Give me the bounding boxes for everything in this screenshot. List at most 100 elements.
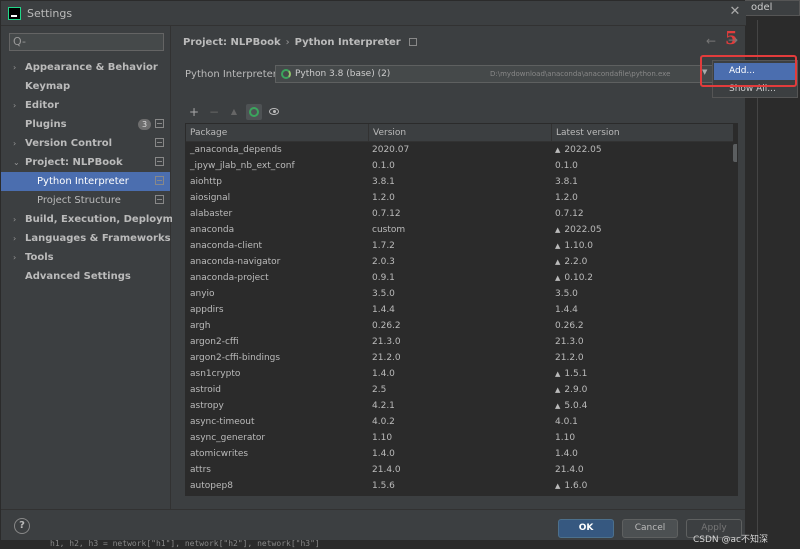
latest-version-text: 1.10.0 (564, 241, 594, 251)
sidebar-item-project-structure[interactable]: Project Structure (1, 191, 170, 210)
sidebar-item-label: Appearance & Behavior (25, 62, 158, 73)
settings-dialog: Settings ✕ Q- › Appearance & Behavior Key… (0, 0, 746, 540)
package-name-cell: aiosignal (190, 193, 231, 203)
project-settings-icon (155, 119, 164, 128)
watermark-text: CSDN @ac不知深 (693, 535, 768, 545)
upgrade-package-button[interactable]: ▲ (226, 104, 242, 120)
table-row[interactable]: atomicwrites 1.4.0 1.4.0 (186, 446, 733, 462)
package-latest-cell: 1.10 (551, 430, 733, 446)
column-header-latest[interactable]: Latest version (551, 124, 733, 142)
table-row[interactable]: anaconda-client 1.7.2 ▲ 1.10.0 (186, 238, 733, 254)
package-version-cell: 1.10 (372, 433, 393, 443)
search-input[interactable]: Q- (9, 33, 164, 51)
package-version-cell: 2.0.3 (372, 257, 395, 267)
package-name-cell: anaconda-navigator (190, 257, 281, 267)
interpreter-path: D:\mydownload\anaconda\anacondafile\pyth… (490, 70, 671, 78)
chevron-right-icon: › (13, 139, 17, 148)
table-row[interactable]: argon2-cffi 21.3.0 21.3.0 (186, 334, 733, 350)
sidebar-item-keymap[interactable]: Keymap (1, 77, 170, 96)
table-row[interactable]: anaconda-project 0.9.1 ▲ 0.10.2 (186, 270, 733, 286)
project-settings-icon (408, 38, 417, 46)
package-latest-cell: ▲ 5.0.4 (551, 398, 733, 414)
package-version-cell: 4.2.1 (372, 401, 395, 411)
table-row[interactable]: autopep8 1.5.6 ▲ 1.6.0 (186, 478, 733, 494)
ide-editor-tab[interactable]: odel (744, 0, 800, 16)
ok-button[interactable]: OK (558, 519, 614, 538)
add-package-button[interactable]: + (186, 104, 202, 120)
sidebar-item-languages[interactable]: › Languages & Frameworks (1, 229, 171, 248)
latest-version-text: 21.3.0 (555, 337, 584, 347)
table-row[interactable]: appdirs 1.4.4 1.4.4 (186, 302, 733, 318)
table-row[interactable]: async_generator 1.10 1.10 (186, 430, 733, 446)
forward-arrow-icon[interactable]: → (728, 33, 738, 47)
interpreter-name: Python 3.8 (base) (2) (295, 69, 391, 79)
cancel-button[interactable]: Cancel (622, 519, 678, 538)
table-row[interactable]: argh 0.26.2 0.26.2 (186, 318, 733, 334)
table-row[interactable]: anaconda custom ▲ 2022.05 (186, 222, 733, 238)
latest-version-text: 2022.05 (564, 225, 602, 235)
package-latest-cell: ▲ 2.2.0 (551, 254, 733, 270)
sidebar-item-python-interpreter[interactable]: Python Interpreter (1, 172, 170, 191)
upgrade-available-icon: ▲ (555, 370, 561, 378)
sidebar-item-editor[interactable]: › Editor (1, 96, 170, 115)
sidebar-item-tools[interactable]: › Tools (1, 248, 170, 267)
table-row[interactable]: attrs 21.4.0 21.4.0 (186, 462, 733, 478)
package-version-cell: 1.2.0 (372, 193, 395, 203)
table-scrollbar[interactable] (733, 142, 737, 495)
back-arrow-icon[interactable]: ← (706, 34, 716, 48)
sidebar-item-label: Plugins (25, 119, 67, 130)
table-row[interactable]: async-timeout 4.0.2 4.0.1 (186, 414, 733, 430)
settings-sidebar: Q- › Appearance & Behavior Keymap › Editor… (1, 26, 192, 509)
sidebar-item-build[interactable]: › Build, Execution, Deployment (1, 210, 192, 229)
sidebar-item-project[interactable]: ⌄ Project: NLPBook (1, 153, 170, 172)
package-version-cell: 1.7.2 (372, 241, 395, 251)
settings-nav-tree: › Appearance & Behavior Keymap › Editor Pl… (1, 58, 192, 286)
package-latest-cell: ▲ 2.9.0 (551, 382, 733, 398)
chevron-right-icon: › (13, 234, 17, 243)
package-version-cell: 3.8.1 (372, 177, 395, 187)
column-header-version[interactable]: Version (368, 124, 551, 142)
package-latest-cell: 21.3.0 (551, 334, 733, 350)
latest-version-text: 1.5.1 (564, 369, 588, 379)
table-header: Package Version Latest version (186, 124, 733, 142)
latest-version-text: 2022.05 (564, 145, 602, 155)
remove-package-button[interactable]: − (206, 104, 222, 120)
package-name-cell: anaconda-client (190, 241, 263, 251)
search-icon: Q- (13, 35, 26, 48)
table-row[interactable]: _anaconda_depends 2020.07 ▲ 2022.05 (186, 142, 733, 158)
column-header-package[interactable]: Package (186, 124, 368, 142)
package-name-cell: astropy (190, 401, 224, 411)
show-early-releases-button[interactable] (266, 104, 282, 120)
close-icon[interactable]: ✕ (728, 5, 742, 19)
sidebar-item-advanced[interactable]: Advanced Settings (1, 267, 170, 286)
table-row[interactable]: aiohttp 3.8.1 3.8.1 (186, 174, 733, 190)
conda-toggle-button[interactable] (246, 104, 262, 120)
table-row[interactable]: aiosignal 1.2.0 1.2.0 (186, 190, 733, 206)
table-row[interactable]: _ipyw_jlab_nb_ext_conf 0.1.0 0.1.0 (186, 158, 733, 174)
package-latest-cell: ▲ 1.10.0 (551, 238, 733, 254)
table-row[interactable]: asn1crypto 1.4.0 ▲ 1.5.1 (186, 366, 733, 382)
scrollbar-thumb[interactable] (733, 144, 737, 162)
package-name-cell: _anaconda_depends (190, 145, 282, 155)
latest-version-text: 0.26.2 (555, 321, 584, 331)
table-row[interactable]: astroid 2.5 ▲ 2.9.0 (186, 382, 733, 398)
chevron-down-icon: ⌄ (13, 158, 20, 167)
package-latest-cell: ▲ 0.10.2 (551, 270, 733, 286)
packages-table: Package Version Latest version _anaconda… (185, 123, 738, 496)
table-row[interactable]: astropy 4.2.1 ▲ 5.0.4 (186, 398, 733, 414)
sidebar-item-plugins[interactable]: Plugins 3 (1, 115, 170, 134)
sidebar-item-appearance[interactable]: › Appearance & Behavior (1, 58, 170, 77)
table-row[interactable]: argon2-cffi-bindings 21.2.0 21.2.0 (186, 350, 733, 366)
help-icon[interactable]: ? (14, 518, 30, 534)
package-version-cell: 1.4.0 (372, 449, 395, 459)
interpreter-select[interactable]: Python 3.8 (base) (2) D:\mydownload\anac… (275, 65, 713, 83)
plugins-update-badge: 3 (138, 119, 151, 130)
latest-version-text: 5.0.4 (564, 401, 588, 411)
table-row[interactable]: alabaster 0.7.12 0.7.12 (186, 206, 733, 222)
table-row[interactable]: anyio 3.5.0 3.5.0 (186, 286, 733, 302)
table-row[interactable]: anaconda-navigator 2.0.3 ▲ 2.2.0 (186, 254, 733, 270)
chevron-right-icon: › (13, 215, 17, 224)
sidebar-item-label: Project Structure (37, 195, 121, 206)
latest-version-text: 4.0.1 (555, 417, 578, 427)
sidebar-item-version-control[interactable]: › Version Control (1, 134, 170, 153)
